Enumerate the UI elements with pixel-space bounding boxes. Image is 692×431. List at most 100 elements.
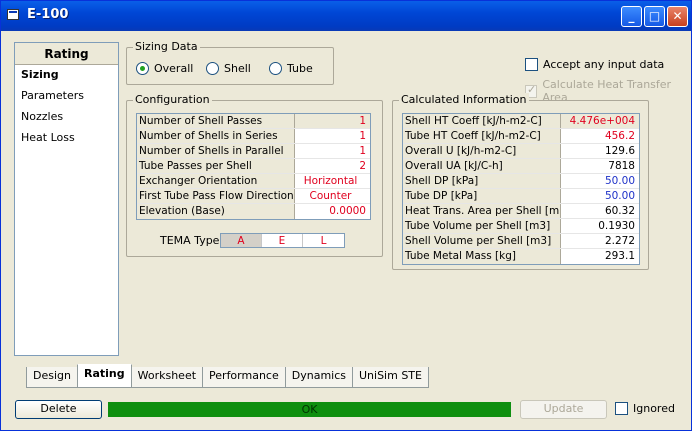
- config-label: Exchanger Orientation: [137, 174, 295, 188]
- calc-value[interactable]: 0.1930: [561, 219, 639, 233]
- radio-shell[interactable]: Shell: [206, 62, 251, 75]
- config-value[interactable]: 1: [295, 114, 370, 128]
- calc-row: Tube HT Coeff [kJ/h-m2-C] 456.2: [403, 129, 639, 144]
- calc-value[interactable]: 293.1: [561, 249, 639, 264]
- maximize-icon: □: [648, 9, 661, 23]
- nav-item-nozzles[interactable]: Nozzles: [15, 107, 118, 128]
- calc-row: Overall U [kJ/h-m2-C] 129.6: [403, 144, 639, 159]
- radio-overall-label: Overall: [154, 62, 194, 75]
- radio-tube-indicator[interactable]: [269, 62, 282, 75]
- sizing-data-title: Sizing Data: [133, 40, 200, 53]
- calculated-information-group: Calculated Information Shell HT Coeff [k…: [392, 93, 649, 270]
- configuration-grid: Number of Shell Passes 1 Number of Shell…: [136, 113, 371, 220]
- calc-label: Tube DP [kPa]: [403, 189, 561, 203]
- tema-shell[interactable]: E: [262, 234, 303, 247]
- calc-row: Overall UA [kJ/C-h] 7818: [403, 159, 639, 174]
- radio-overall-indicator[interactable]: [136, 62, 149, 75]
- config-label: Tube Passes per Shell: [137, 159, 295, 173]
- calc-label: Shell DP [kPa]: [403, 174, 561, 188]
- tab-unisim-ste[interactable]: UniSim STE: [352, 367, 429, 388]
- config-row: Number of Shell Passes 1: [137, 114, 370, 129]
- calc-row: Tube Volume per Shell [m3] 0.1930: [403, 219, 639, 234]
- config-value[interactable]: 2: [295, 159, 370, 173]
- config-row: Elevation (Base) 0.0000: [137, 204, 370, 219]
- calc-value[interactable]: 50.00: [561, 174, 639, 188]
- nav-item-parameters[interactable]: Parameters: [15, 86, 118, 107]
- ignored-box[interactable]: [615, 402, 628, 415]
- tab-rating[interactable]: Rating: [76, 364, 132, 388]
- config-value[interactable]: 1: [295, 144, 370, 158]
- tab-dynamics[interactable]: Dynamics: [284, 367, 353, 388]
- calc-row: Heat Trans. Area per Shell [m2] 60.32: [403, 204, 639, 219]
- radio-tube[interactable]: Tube: [269, 62, 313, 75]
- tema-type-label: TEMA Type: [160, 234, 220, 247]
- config-value[interactable]: 1: [295, 129, 370, 143]
- config-label: First Tube Pass Flow Direction: [137, 189, 295, 203]
- close-button[interactable]: ✕: [667, 6, 688, 27]
- status-bar: OK: [108, 402, 511, 417]
- tema-type-selector[interactable]: A E L: [220, 233, 345, 248]
- tema-rear-end[interactable]: L: [303, 234, 344, 247]
- calc-label: Shell HT Coeff [kJ/h-m2-C]: [403, 114, 561, 128]
- close-icon: ✕: [672, 9, 683, 23]
- calc-label: Overall UA [kJ/C-h]: [403, 159, 561, 173]
- tema-front-end[interactable]: A: [221, 234, 262, 247]
- config-row: Exchanger Orientation Horizontal: [137, 174, 370, 189]
- radio-overall[interactable]: Overall: [136, 62, 193, 75]
- sizing-data-group: Sizing Data Overall Shell Tube: [126, 40, 334, 85]
- heat-exchanger-window: E-100 _ □ ✕ Rating Sizing Parameters Noz…: [0, 0, 692, 431]
- nav-item-heat-loss[interactable]: Heat Loss: [15, 128, 118, 149]
- calculated-information-grid: Shell HT Coeff [kJ/h-m2-C] 4.476e+004 Tube…: [402, 113, 640, 265]
- calc-row: Shell Volume per Shell [m3] 2.272: [403, 234, 639, 249]
- tab-worksheet[interactable]: Worksheet: [130, 367, 204, 388]
- config-row: First Tube Pass Flow Direction Counter: [137, 189, 370, 204]
- calc-label: Shell Volume per Shell [m3]: [403, 234, 561, 248]
- config-label: Elevation (Base): [137, 204, 295, 219]
- configuration-title: Configuration: [133, 93, 212, 106]
- tab-performance[interactable]: Performance: [202, 367, 286, 388]
- configuration-group: Configuration Number of Shell Passes 1 N…: [126, 93, 383, 257]
- update-button[interactable]: Update: [520, 400, 607, 419]
- radio-shell-indicator[interactable]: [206, 62, 219, 75]
- title-bar[interactable]: E-100 _ □ ✕: [1, 1, 691, 31]
- config-label: Number of Shells in Parallel: [137, 144, 295, 158]
- calc-row: Tube Metal Mass [kg] 293.1: [403, 249, 639, 264]
- ignored-checkbox[interactable]: Ignored: [615, 402, 675, 415]
- calc-value[interactable]: 129.6: [561, 144, 639, 158]
- calc-row: Tube DP [kPa] 50.00: [403, 189, 639, 204]
- config-label: Number of Shells in Series: [137, 129, 295, 143]
- ignored-label: Ignored: [633, 402, 675, 415]
- calc-label: Tube HT Coeff [kJ/h-m2-C]: [403, 129, 561, 143]
- config-row: Number of Shells in Series 1: [137, 129, 370, 144]
- calc-row: Shell HT Coeff [kJ/h-m2-C] 4.476e+004: [403, 114, 639, 129]
- window-app-icon[interactable]: [7, 9, 19, 20]
- calc-value[interactable]: 50.00: [561, 189, 639, 203]
- minimize-button[interactable]: _: [621, 6, 642, 27]
- config-row: Tube Passes per Shell 2: [137, 159, 370, 174]
- minimize-icon: _: [628, 9, 635, 23]
- accept-any-input-label: Accept any input data: [543, 58, 665, 71]
- config-value[interactable]: Counter: [295, 189, 370, 203]
- calc-value[interactable]: 456.2: [561, 129, 639, 143]
- accept-any-input-box[interactable]: [525, 58, 538, 71]
- config-value[interactable]: Horizontal: [295, 174, 370, 188]
- maximize-button[interactable]: □: [644, 6, 665, 27]
- calc-value[interactable]: 7818: [561, 159, 639, 173]
- config-row: Number of Shells in Parallel 1: [137, 144, 370, 159]
- tab-strip: Design Rating Worksheet Performance Dyna…: [26, 364, 429, 388]
- nav-item-sizing[interactable]: Sizing: [15, 65, 118, 86]
- tab-design[interactable]: Design: [26, 367, 78, 388]
- accept-any-input-checkbox[interactable]: Accept any input data: [525, 58, 664, 71]
- calc-label: Overall U [kJ/h-m2-C]: [403, 144, 561, 158]
- rating-nav-header: Rating: [15, 43, 118, 65]
- calc-value[interactable]: 60.32: [561, 204, 639, 218]
- calc-label: Heat Trans. Area per Shell [m2]: [403, 204, 561, 218]
- calc-label: Tube Volume per Shell [m3]: [403, 219, 561, 233]
- radio-tube-label: Tube: [287, 62, 313, 75]
- config-value[interactable]: 0.0000: [295, 204, 370, 219]
- calc-value[interactable]: 2.272: [561, 234, 639, 248]
- delete-button[interactable]: Delete: [15, 400, 102, 419]
- calc-value[interactable]: 4.476e+004: [561, 114, 639, 128]
- calc-row: Shell DP [kPa] 50.00: [403, 174, 639, 189]
- calculated-information-title: Calculated Information: [399, 93, 529, 106]
